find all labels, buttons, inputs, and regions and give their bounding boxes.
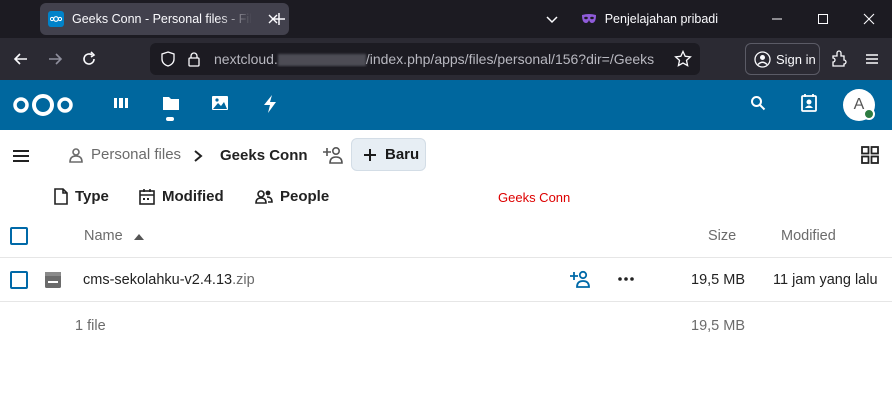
filter-bar: Type Modified People Geeks Conn bbox=[0, 180, 892, 216]
summary-count: 1 file bbox=[75, 318, 106, 334]
annotation-text: Geeks Conn bbox=[498, 190, 571, 205]
active-app-indicator bbox=[166, 117, 174, 121]
sign-in-button[interactable]: Sign in bbox=[745, 43, 820, 75]
new-button-label: Baru bbox=[385, 146, 420, 163]
filter-type-label: Type bbox=[75, 188, 109, 205]
file-name[interactable]: cms-sekolahku-v2.4.13.zip bbox=[83, 272, 255, 288]
new-button[interactable]: Baru bbox=[351, 138, 426, 171]
private-browsing-label: Penjelajahan pribadi bbox=[604, 12, 718, 26]
tracking-protection-shield-icon[interactable] bbox=[160, 51, 176, 67]
url-host: nextcloud. bbox=[214, 51, 278, 67]
private-mask-icon bbox=[581, 13, 597, 25]
url-path: /index.php/apps/files/personal/156?dir=/… bbox=[365, 51, 654, 67]
breadcrumb-home-label: Personal files bbox=[91, 146, 182, 163]
filter-modified-label: Modified bbox=[162, 188, 224, 205]
sign-in-label: Sign in bbox=[776, 51, 816, 67]
file-list-summary: 1 file 19,5 MB bbox=[0, 302, 892, 348]
calendar-icon bbox=[139, 189, 155, 205]
column-size[interactable]: Size bbox=[708, 228, 736, 244]
share-icon[interactable] bbox=[569, 270, 591, 288]
summary-size: 19,5 MB bbox=[691, 318, 745, 334]
filter-people[interactable]: People bbox=[255, 188, 329, 205]
file-size: 19,5 MB bbox=[691, 272, 745, 288]
column-name[interactable]: Name bbox=[84, 228, 123, 244]
navigation-toggle-icon[interactable] bbox=[12, 149, 30, 163]
lock-icon[interactable] bbox=[186, 51, 202, 67]
tab-title: Geeks Conn - Personal files - Files - Ne… bbox=[72, 12, 252, 26]
breadcrumb: Personal files Geeks Conn Baru bbox=[0, 130, 892, 180]
row-checkbox[interactable] bbox=[10, 271, 28, 289]
plus-icon bbox=[364, 148, 376, 161]
file-list-header: Name Size Modified bbox=[0, 216, 892, 258]
archive-file-icon bbox=[44, 271, 62, 289]
breadcrumb-personal-files[interactable]: Personal files bbox=[68, 146, 181, 163]
file-icon bbox=[54, 188, 68, 205]
nextcloud-logo-icon[interactable] bbox=[12, 93, 74, 117]
private-browsing-indicator: Penjelajahan pribadi bbox=[581, 12, 718, 26]
new-tab-icon[interactable] bbox=[270, 10, 288, 28]
online-status-icon bbox=[863, 108, 875, 120]
table-row[interactable]: cms-sekolahku-v2.4.13.zip 19,5 MB 11 jam… bbox=[0, 258, 892, 302]
filter-modified[interactable]: Modified bbox=[139, 188, 224, 205]
url-text: nextcloud. /index.php/apps/files/personal… bbox=[214, 51, 654, 67]
files-app-icon[interactable] bbox=[162, 95, 180, 111]
close-window-button[interactable] bbox=[846, 0, 892, 38]
filter-people-label: People bbox=[280, 188, 330, 205]
search-icon[interactable] bbox=[750, 95, 766, 111]
reload-button[interactable] bbox=[75, 45, 103, 73]
url-bar[interactable]: nextcloud. /index.php/apps/files/personal… bbox=[150, 43, 700, 75]
file-extension: .zip bbox=[232, 272, 255, 288]
chevron-right-icon bbox=[192, 149, 204, 163]
account-icon bbox=[754, 50, 771, 68]
column-modified[interactable]: Modified bbox=[781, 228, 836, 244]
dashboard-app-icon[interactable] bbox=[113, 95, 129, 111]
breadcrumb-current-folder[interactable]: Geeks Conn bbox=[220, 147, 308, 164]
minimize-button[interactable] bbox=[754, 0, 800, 38]
tab-list-chevron-icon[interactable] bbox=[545, 12, 559, 26]
share-folder-icon[interactable] bbox=[322, 146, 344, 164]
file-basename: cms-sekolahku-v2.4.13 bbox=[83, 272, 233, 288]
sort-ascending-icon[interactable] bbox=[134, 234, 144, 240]
file-modified: 11 jam yang lalu bbox=[773, 272, 878, 288]
browser-nav-bar: nextcloud. /index.php/apps/files/personal… bbox=[0, 38, 892, 80]
contacts-icon[interactable] bbox=[800, 94, 818, 112]
select-all-checkbox[interactable] bbox=[10, 227, 28, 245]
nextcloud-favicon-icon bbox=[48, 11, 64, 27]
nextcloud-header: A bbox=[0, 80, 892, 130]
app-menu-icon[interactable] bbox=[858, 45, 886, 73]
maximize-button[interactable] bbox=[800, 0, 846, 38]
bookmark-star-icon[interactable] bbox=[674, 50, 692, 68]
browser-tab[interactable]: Geeks Conn - Personal files - Files - Ne… bbox=[40, 3, 289, 35]
people-icon bbox=[255, 189, 273, 204]
photos-app-icon[interactable] bbox=[211, 95, 229, 111]
more-actions-icon[interactable] bbox=[617, 270, 635, 288]
extensions-icon[interactable] bbox=[825, 45, 853, 73]
activity-app-icon[interactable] bbox=[262, 95, 278, 113]
filter-type[interactable]: Type bbox=[54, 188, 109, 205]
user-icon bbox=[69, 147, 83, 163]
forward-button[interactable] bbox=[41, 45, 69, 73]
browser-tab-strip: Geeks Conn - Personal files - Files - Ne… bbox=[0, 0, 892, 38]
back-button[interactable] bbox=[7, 45, 35, 73]
url-redacted bbox=[277, 54, 366, 67]
grid-view-toggle-icon[interactable] bbox=[861, 146, 879, 164]
